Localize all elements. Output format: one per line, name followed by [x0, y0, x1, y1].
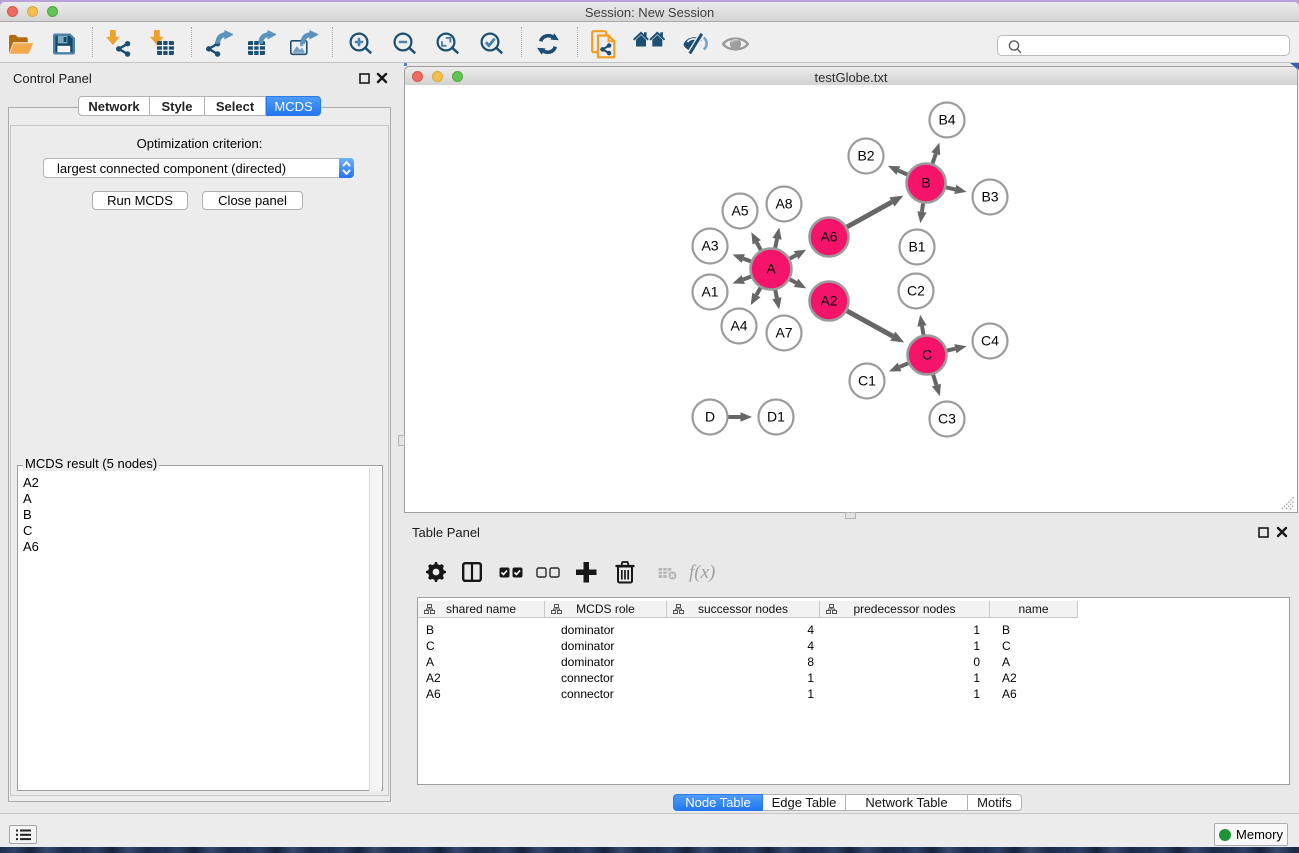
svg-text:D: D	[705, 409, 715, 425]
svg-text:C3: C3	[938, 411, 956, 427]
svg-text:A: A	[766, 261, 776, 277]
svg-text:A8: A8	[775, 196, 792, 212]
svg-text:B1: B1	[908, 239, 925, 255]
svg-text:C4: C4	[981, 333, 999, 349]
svg-text:C1: C1	[858, 373, 876, 389]
svg-text:B4: B4	[938, 112, 955, 128]
svg-text:C2: C2	[907, 283, 925, 299]
svg-text:f(x): f(x)	[689, 562, 715, 583]
svg-text:A7: A7	[775, 325, 792, 341]
svg-text:A4: A4	[730, 318, 747, 334]
svg-text:B2: B2	[857, 148, 874, 164]
svg-text:D1: D1	[767, 409, 785, 425]
svg-text:B3: B3	[981, 189, 998, 205]
svg-text:C: C	[922, 347, 932, 363]
svg-text:A6: A6	[820, 229, 837, 245]
svg-text:A2: A2	[820, 293, 837, 309]
svg-text:A5: A5	[731, 203, 748, 219]
svg-text:A1: A1	[701, 284, 718, 300]
svg-text:A3: A3	[701, 238, 718, 254]
svg-text:B: B	[921, 175, 930, 191]
